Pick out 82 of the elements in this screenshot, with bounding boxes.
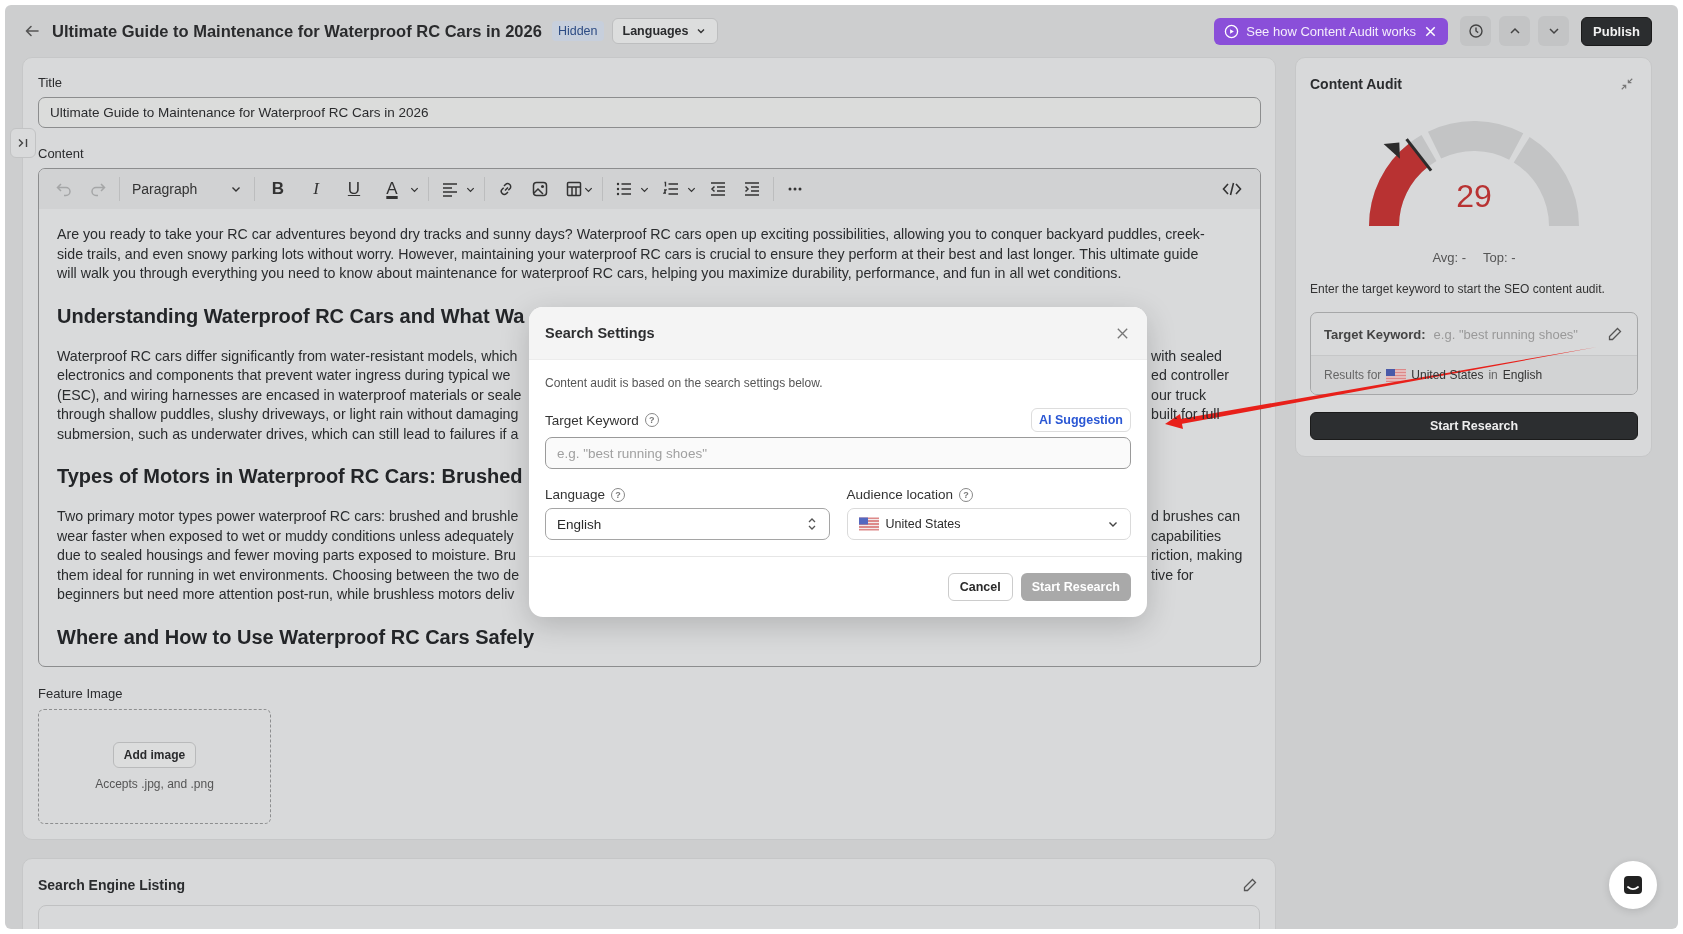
- location-select[interactable]: United States: [846, 508, 1131, 540]
- dialog-description: Content audit is based on the search settings below.: [545, 376, 824, 390]
- paragraph-line: ed controller: [1151, 367, 1230, 383]
- paragraph-line: (ESC), and wiring harnesses are encased in waterproof materials or seale: [57, 386, 522, 403]
- us-flag-icon: [858, 517, 879, 531]
- sidebar-toggle-button[interactable]: [10, 128, 36, 158]
- language-name: English: [1502, 368, 1543, 382]
- panel-title: Content Audit: [1310, 76, 1402, 92]
- audit-hint: Enter the target keyword to start the SEO content audit.: [1310, 282, 1606, 296]
- content-heading: Understanding Waterproof RC Cars and What Wa: [57, 303, 525, 329]
- bold-button[interactable]: B: [265, 179, 291, 199]
- italic-button[interactable]: I: [303, 179, 329, 199]
- us-flag-icon: [1386, 368, 1407, 382]
- paragraph-line: electronics and components that prevent water ingress during typical we: [57, 367, 511, 383]
- block-format-select[interactable]: Paragraph: [128, 181, 246, 197]
- paragraph-line: with sealed: [1151, 347, 1222, 364]
- add-image-button[interactable]: Add image: [112, 742, 197, 768]
- keyword-label: Target Keyword: [545, 412, 639, 428]
- content-heading: Types of Motors in Waterproof RC Cars: Brushed: [57, 464, 523, 489]
- paragraph-line: side trails, and even snowy parking lots without worry. However, maintaining your waterproof RC cars is crucial to ensure they perform at their best and last longer. This ultimate guide: [57, 245, 1199, 262]
- chat-icon: [1621, 873, 1645, 897]
- clock-icon: [1467, 23, 1484, 39]
- paragraph-line: d brushes can: [1151, 508, 1241, 524]
- outdent-icon[interactable]: [709, 180, 727, 198]
- play-icon: [1224, 23, 1240, 39]
- underline-button[interactable]: U: [341, 179, 367, 199]
- keyword-input[interactable]: e.g. "best running shoes": [1433, 326, 1599, 342]
- paragraph-line: Are you ready to take your RC car adventures beyond dry tracks and sunny days? Waterproof RC cars open up exciting possibilities, allowing you to conquer backyard puddles, creek-: [57, 226, 1205, 242]
- ai-suggestion-button[interactable]: AI Suggestion: [1030, 408, 1131, 432]
- languages-dropdown[interactable]: Languages: [611, 18, 718, 44]
- keyword-label: Target Keyword:: [1324, 326, 1426, 342]
- edit-pencil-icon[interactable]: [1607, 326, 1623, 342]
- start-research-button[interactable]: Start Research: [1310, 412, 1638, 440]
- file-type-hint: Accepts .jpg, and .png: [95, 777, 214, 791]
- paragraph-line: riction, making: [1151, 547, 1243, 563]
- language-select[interactable]: English: [545, 508, 830, 540]
- code-view-icon[interactable]: [1222, 180, 1242, 198]
- cancel-button[interactable]: Cancel: [947, 573, 1013, 601]
- language-label: Language: [545, 487, 606, 502]
- paragraph-line: wear faster when exposed to wet or muddy conditions unless adequately: [57, 527, 514, 544]
- paragraph-line: Two primary motor types power waterproof RC cars: brushed and brushle: [57, 508, 519, 524]
- paragraph-line: through shallow puddles, slushy driveways, or light rain without damaging: [57, 406, 519, 422]
- average-score: Avg: -: [1432, 250, 1467, 265]
- title-label: Title: [38, 74, 63, 92]
- paragraph-line: beginners but need more attention post-run, while brushless motors deliv: [57, 586, 515, 602]
- results-label: Results for: [1324, 368, 1382, 382]
- paragraph-line: capabilities: [1151, 527, 1222, 544]
- top-score: Top: -: [1483, 250, 1516, 265]
- paragraph-line: Waterproof RC cars differ significantly from water-resistant models, which: [57, 347, 518, 364]
- history-button[interactable]: [1460, 16, 1492, 46]
- indent-icon[interactable]: [743, 180, 761, 198]
- table-icon[interactable]: [565, 180, 583, 198]
- feature-image-label: Feature Image: [38, 685, 123, 703]
- publish-button[interactable]: Publish: [1581, 16, 1652, 46]
- paragraph-line: our truck: [1151, 386, 1207, 403]
- dialog-title: Search Settings: [545, 325, 655, 341]
- image-dropzone[interactable]: Add image Accepts .jpg, and .png: [38, 709, 271, 824]
- numbered-list-icon[interactable]: [662, 180, 680, 198]
- paragraph-line: due to sealed housings and fewer moving parts exposed to moisture. Bru: [57, 547, 516, 563]
- back-arrow-icon[interactable]: [24, 23, 40, 39]
- content-heading: Where and How to Use Waterproof RC Cars Safely: [57, 624, 535, 650]
- collapse-icon[interactable]: [1620, 77, 1634, 91]
- title-field[interactable]: Ultimate Guide to Maintenance for Waterproof RC Cars in 2026: [38, 97, 1261, 128]
- gauge-needle: [1383, 138, 1433, 172]
- content-label: Content: [38, 145, 84, 163]
- bullet-list-icon[interactable]: [615, 180, 633, 198]
- image-icon[interactable]: [531, 180, 549, 198]
- keyword-input[interactable]: e.g. "best running shoes": [545, 437, 1131, 469]
- align-left-icon[interactable]: [441, 180, 459, 198]
- content-audit-tour-button[interactable]: See how Content Audit works: [1214, 17, 1449, 45]
- paragraph-line: tive for: [1151, 566, 1194, 583]
- status-badge: Hidden: [551, 21, 604, 41]
- paragraph-line: them ideal for running in wet environments. Choosing between the two de: [57, 566, 520, 583]
- paragraph-line: will walk you through everything you need to know about maintenance for waterproof RC cars, helping you maximize durability, performance, and fun in all wet conditions.: [57, 265, 1122, 281]
- audit-score: 29: [1456, 178, 1492, 214]
- section-title: Search Engine Listing: [38, 877, 187, 893]
- location-label: Audience location: [846, 487, 954, 502]
- edit-pencil-icon[interactable]: [1242, 877, 1258, 893]
- page-title: Ultimate Guide to Maintenance for Waterproof RC Cars in 2026: [52, 21, 542, 41]
- connector-text: in: [1488, 368, 1498, 382]
- paragraph-line: submersion, such as underwater drives, which can still lead to failures if a: [57, 425, 519, 442]
- color-button[interactable]: A: [379, 179, 405, 199]
